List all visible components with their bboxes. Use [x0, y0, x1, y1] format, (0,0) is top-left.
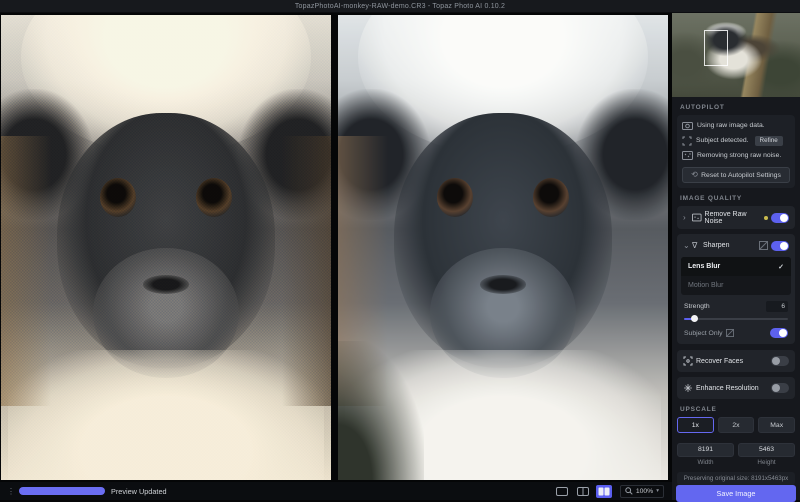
mode-label: Lens Blur [688, 263, 720, 270]
autopilot-item-subject: Subject detected. Refine [682, 133, 790, 148]
subject-icon [682, 136, 692, 146]
title-bar: TopazPhotoAI-monkey-RAW-demo.CR3 - Topaz… [0, 0, 800, 13]
upscale-options: 1x 2x Max [677, 417, 795, 433]
right-sidebar: AUTOPILOT Using raw image data. Subject … [672, 13, 800, 500]
side-by-side-icon [598, 487, 610, 496]
autopilot-item-noise: Removing strong raw noise. [682, 148, 790, 163]
remove-raw-noise-filter[interactable]: › Remove Raw Noise [677, 206, 795, 229]
strength-label: Strength [684, 303, 710, 310]
autopilot-header: AUTOPILOT [680, 104, 792, 111]
upscale-option-max[interactable]: Max [758, 417, 795, 433]
save-image-button[interactable]: Save Image [676, 485, 796, 502]
mask-icon [759, 241, 768, 250]
window-title: TopazPhotoAI-monkey-RAW-demo.CR3 - Topaz… [295, 3, 505, 10]
preview-canvas [0, 13, 672, 482]
sharpen-mode-lens-blur[interactable]: Lens Blur ✓ [681, 257, 791, 276]
chevron-down-icon[interactable]: ⌄ [683, 242, 689, 250]
image-quality-header: IMAGE QUALITY [680, 195, 792, 202]
strength-control: Strength 6 [677, 295, 795, 324]
width-input[interactable] [677, 443, 734, 457]
status-bar: ⋮ Preview Updated 100% ▾ [0, 482, 672, 500]
subject-only-toggle[interactable] [770, 328, 788, 338]
art-shape [338, 341, 424, 481]
sharpen-mode-list: Lens Blur ✓ Motion Blur [681, 257, 791, 295]
zoom-level: 100% [636, 488, 653, 495]
art-shape [533, 178, 569, 218]
upscale-option-2x[interactable]: 2x [718, 417, 755, 433]
sharpen-label: Sharpen [703, 242, 729, 249]
art-shape [1, 15, 331, 480]
recover-faces-icon [683, 356, 693, 366]
sharpen-toggle[interactable] [771, 241, 789, 251]
strength-slider[interactable] [684, 314, 788, 324]
recover-faces-filter[interactable]: Recover Faces [677, 350, 795, 372]
sharpen-filter: ⌄ ∇ Sharpen Lens Blur ✓ Motion Blur Stre… [677, 234, 795, 344]
viewport-indicator[interactable] [704, 30, 728, 66]
remove-raw-noise-toggle[interactable] [771, 213, 789, 223]
enhance-resolution-toggle[interactable] [771, 383, 789, 393]
enhance-resolution-icon [683, 383, 693, 393]
magnifier-icon [625, 487, 633, 495]
autopilot-item-text: Subject detected. [696, 137, 749, 144]
single-view-icon [556, 487, 568, 496]
mask-icon [726, 329, 734, 337]
sharpen-filter-header[interactable]: ⌄ ∇ Sharpen [677, 234, 795, 257]
subject-only-row: Subject Only [677, 324, 795, 338]
subject-only-label: Subject Only [684, 330, 723, 337]
denoise-icon [692, 213, 702, 222]
autopilot-item-text: Removing strong raw noise. [697, 152, 781, 159]
single-view-button[interactable] [554, 485, 570, 498]
autopilot-item-text: Using raw image data. [697, 122, 765, 129]
autopilot-panel: Using raw image data. Subject detected. … [677, 115, 795, 188]
noise-icon [682, 151, 693, 160]
progress-bar [19, 487, 105, 495]
camera-icon [682, 121, 693, 130]
slider-track [684, 318, 788, 320]
reset-icon: ⟲ [691, 171, 697, 179]
check-icon: ✓ [778, 263, 784, 271]
queue-icon[interactable]: ⋮ [7, 487, 15, 496]
enhance-resolution-filter[interactable]: Enhance Resolution [677, 377, 795, 399]
recover-faces-label: Recover Faces [696, 358, 743, 365]
dimension-fields: Width Height [677, 438, 795, 466]
width-label: Width [677, 459, 734, 466]
remove-raw-noise-label: Remove Raw Noise [705, 211, 758, 225]
autopilot-item-raw: Using raw image data. [682, 118, 790, 133]
split-view-icon [577, 487, 589, 496]
navigator-thumbnail[interactable] [672, 13, 800, 97]
refine-button[interactable]: Refine [755, 136, 783, 146]
app-window: TopazPhotoAI-monkey-RAW-demo.CR3 - Topaz… [0, 0, 800, 500]
sharpen-icon: ∇ [692, 242, 700, 250]
status-message: Preview Updated [111, 487, 167, 496]
sharpen-mode-motion-blur[interactable]: Motion Blur [681, 276, 791, 295]
chevron-right-icon[interactable]: › [683, 214, 689, 222]
reset-autopilot-label: Reset to Autopilot Settings [701, 172, 781, 179]
recover-faces-toggle[interactable] [771, 356, 789, 366]
split-view-button[interactable] [575, 485, 591, 498]
chevron-down-icon: ▾ [656, 488, 659, 494]
zoom-control[interactable]: 100% ▾ [620, 485, 664, 498]
upscale-option-1x[interactable]: 1x [677, 417, 714, 433]
art-shape [480, 275, 526, 294]
height-label: Height [738, 459, 795, 466]
size-note: Preserving original size: 8191x5463px [677, 472, 795, 485]
enhance-resolution-label: Enhance Resolution [696, 385, 759, 392]
view-mode-buttons: 100% ▾ [554, 485, 672, 498]
upscale-header: UPSCALE [680, 406, 792, 413]
slider-knob[interactable] [691, 315, 698, 322]
autopilot-modified-dot [764, 216, 768, 220]
reset-autopilot-button[interactable]: ⟲ Reset to Autopilot Settings [682, 167, 790, 183]
mode-label: Motion Blur [688, 282, 723, 289]
preview-before-pane[interactable] [1, 15, 331, 480]
strength-value[interactable]: 6 [766, 301, 788, 312]
side-by-side-view-button[interactable] [596, 485, 612, 498]
preview-after-pane[interactable] [338, 15, 668, 480]
height-input[interactable] [738, 443, 795, 457]
